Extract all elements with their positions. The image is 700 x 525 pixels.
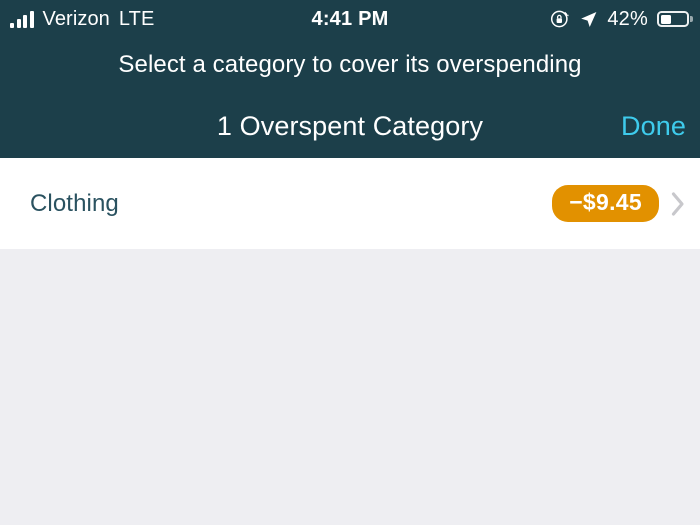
done-button[interactable]: Done [621,100,686,152]
battery-icon [657,11,693,27]
status-bar: Verizon LTE 4:41 PM 42% [0,0,700,38]
header-subtitle: Select a category to cover its overspend… [118,51,582,78]
app-root: Verizon LTE 4:41 PM 42% Select a categor… [0,0,700,525]
page-title: 1 Overspent Category [216,110,484,141]
status-bar-right: 42% [550,0,693,38]
rotation-lock-icon [550,9,570,29]
location-arrow-icon [579,10,598,29]
battery-percent-label: 42% [607,7,648,30]
list-item[interactable]: Clothing −$9.45 [0,158,700,249]
header-title-row: 1 Overspent Category Done [0,100,700,152]
empty-list-area [0,249,700,525]
category-list: Clothing −$9.45 [0,158,700,525]
app-header: Verizon LTE 4:41 PM 42% Select a categor… [0,0,700,158]
category-name-label: Clothing [30,189,119,217]
chevron-right-icon [671,191,686,217]
list-item-trailing: −$9.45 [552,185,686,222]
overspent-amount-badge: −$9.45 [552,185,659,222]
